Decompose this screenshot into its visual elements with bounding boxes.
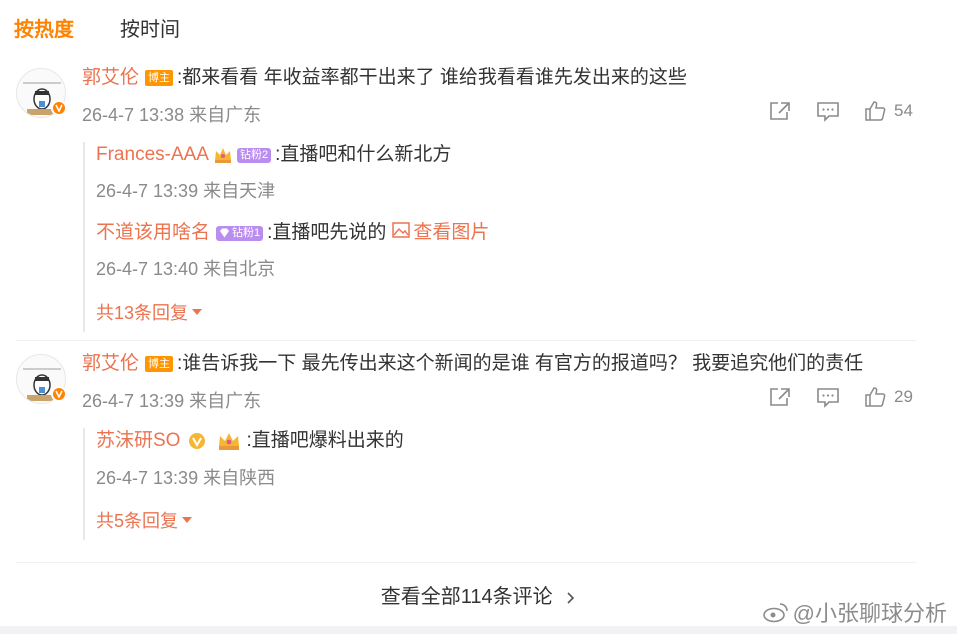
reply-text: :直播吧和什么新北方 — [275, 144, 452, 165]
caret-down-icon — [182, 517, 193, 523]
reply-meta: 26-4-7 13:39 来自陕西 — [96, 468, 276, 488]
crown-icon — [216, 431, 242, 451]
watermark: @小张聊球分析 — [762, 596, 947, 628]
comment-actions: 29 — [768, 386, 913, 408]
comment-text: :谁告诉我一下 最先传出来这个新闻的是谁 有官方的报道吗？ 我要追究他们的责任 — [177, 353, 864, 374]
reply-button[interactable] — [816, 100, 840, 122]
share-icon — [770, 388, 790, 406]
reply-text: :直播吧先说的 — [267, 222, 387, 243]
comment-meta: 26-4-7 13:38 来自广东 — [82, 105, 262, 125]
image-icon — [392, 221, 411, 245]
reply-meta: 26-4-7 13:39 来自天津 — [96, 181, 276, 201]
reply-text: :直播吧爆料出来的 — [246, 430, 404, 451]
username[interactable]: 郭艾伦 — [82, 352, 139, 376]
tab-by-time[interactable]: 按时间 — [120, 13, 180, 42]
reply-username[interactable]: 不道该用啥名 — [96, 221, 210, 245]
divider — [16, 562, 916, 563]
verified-gold-icon — [188, 432, 206, 450]
reply-line: 苏沫研SO :直播吧爆料出来的 — [96, 429, 404, 453]
reply-line: 不道该用啥名 钻粉1 :直播吧先说的 查看图片 — [96, 221, 489, 245]
username[interactable]: 郭艾伦 — [82, 66, 139, 90]
like-button[interactable]: 54 — [864, 100, 913, 122]
reply-line: Frances-AAA 钻粉2 :直播吧和什么新北方 — [96, 143, 451, 167]
thumbs-up-icon — [865, 387, 886, 407]
diamond-icon — [220, 228, 230, 238]
like-count: 29 — [894, 387, 913, 406]
tab-by-hot[interactable]: 按热度 — [14, 13, 74, 42]
comment-actions: 54 — [768, 100, 913, 122]
share-icon — [770, 102, 790, 120]
view-image-link[interactable]: 查看图片 — [413, 221, 489, 245]
more-replies-label: 共13条回复 — [96, 303, 189, 323]
thumbs-up-icon — [865, 101, 886, 121]
reply-username[interactable]: 苏沫研SO — [96, 429, 180, 453]
view-all-label: 查看全部114条评论 — [380, 586, 553, 608]
share-button[interactable] — [768, 386, 792, 408]
reply-username[interactable]: Frances-AAA — [96, 143, 209, 167]
share-button[interactable] — [768, 100, 792, 122]
like-button[interactable]: 29 — [864, 386, 913, 408]
bottom-bar — [0, 626, 957, 634]
weibo-logo-icon — [762, 603, 788, 623]
comment-text: :都来看看 年收益率都干出来了 谁给我看看谁先发出来的这些 — [177, 67, 687, 88]
sort-tabs: 按热度 按时间 — [14, 12, 226, 42]
host-badge: 博主 — [145, 356, 174, 372]
comment-line: 郭艾伦 博主 :都来看看 年收益率都干出来了 谁给我看看谁先发出来的这些 — [82, 66, 687, 90]
divider — [16, 340, 916, 341]
reply-button[interactable] — [816, 386, 840, 408]
fan-badge-label: 钻粉1 — [232, 226, 261, 239]
more-replies-label: 共5条回复 — [96, 511, 179, 531]
chevron-right-icon — [567, 592, 575, 604]
reply-meta: 26-4-7 13:40 来自北京 — [96, 259, 276, 279]
fan-badge: 钻粉1 — [216, 225, 264, 241]
comment-meta: 26-4-7 13:39 来自广东 — [82, 391, 262, 411]
crown-icon — [213, 146, 233, 164]
comment-icon — [817, 388, 839, 408]
fan-badge: 钻粉2 — [236, 147, 272, 163]
more-replies-button[interactable]: 共5条回复 — [96, 507, 193, 533]
verified-icon — [51, 100, 67, 116]
comment-line: 郭艾伦 博主 :谁告诉我一下 最先传出来这个新闻的是谁 有官方的报道吗？ 我要追… — [82, 352, 863, 376]
comment-icon — [817, 102, 839, 122]
like-count: 54 — [894, 101, 913, 120]
verified-icon — [51, 386, 67, 402]
host-badge: 博主 — [145, 70, 174, 86]
more-replies-button[interactable]: 共13条回复 — [96, 299, 203, 325]
caret-down-icon — [192, 309, 203, 315]
watermark-text: @小张聊球分析 — [792, 601, 947, 626]
